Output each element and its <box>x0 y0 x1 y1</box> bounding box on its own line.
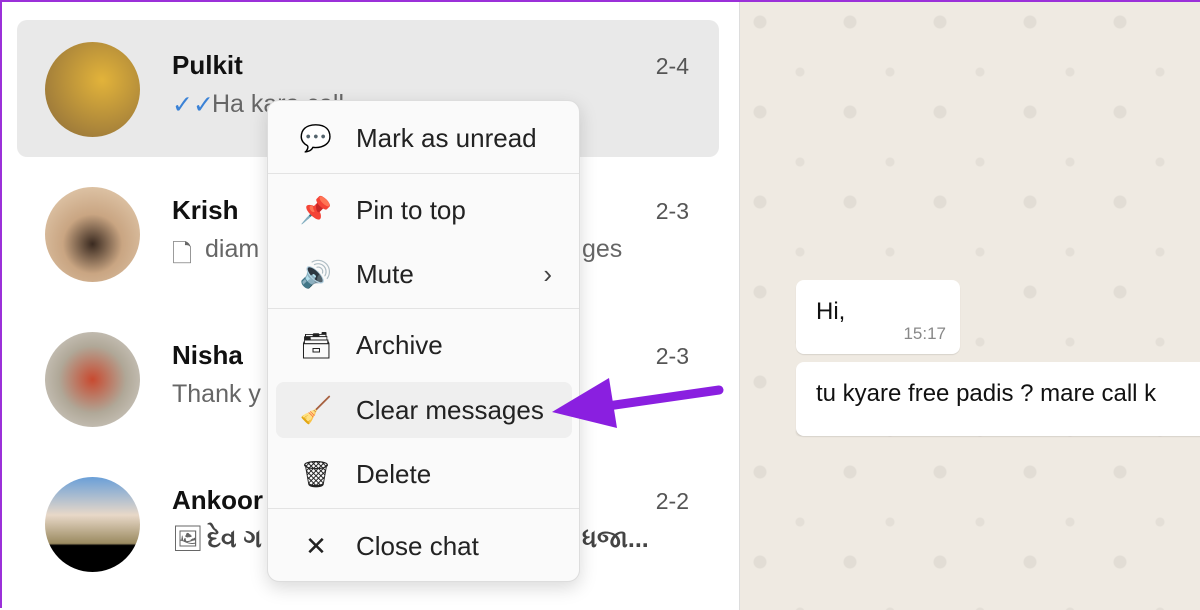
chat-preview-end: ges <box>582 235 623 263</box>
conversation-pane: Hi, 15:17 tu kyare free padis ? mare cal… <box>739 2 1200 610</box>
chat-name: Ankoor <box>172 485 263 515</box>
chat-date: 2-4 <box>655 53 689 79</box>
chat-preview-end: ધજા... <box>582 525 649 553</box>
chat-date: 2-3 <box>655 198 689 224</box>
double-check-icon: ✓✓ <box>172 91 214 119</box>
menu-label: Mute <box>356 258 414 289</box>
menu-label: Archive <box>356 329 443 360</box>
menu-item-clear-messages[interactable]: 🧹 Clear messages <box>276 382 572 438</box>
menu-label: Delete <box>356 458 432 489</box>
broom-icon: 🧹 <box>299 394 333 425</box>
menu-item-delete[interactable]: 🗑 Delete <box>276 446 572 502</box>
chat-date: 2-3 <box>655 343 689 369</box>
image-icon: 🖼 <box>172 525 204 553</box>
pin-icon: 📌 <box>299 194 333 225</box>
menu-item-mark-unread[interactable]: 💬 Mark as unread <box>276 110 572 166</box>
avatar <box>45 332 140 427</box>
chat-name: Krish <box>172 195 239 225</box>
menu-label: Clear messages <box>356 394 544 425</box>
menu-item-pin[interactable]: 📌 Pin to top <box>276 182 572 238</box>
chat-date: 2-2 <box>655 488 689 514</box>
avatar <box>45 477 140 572</box>
message-time: 15:17 <box>903 324 946 343</box>
trash-icon: 🗑 <box>299 458 333 489</box>
menu-item-archive[interactable]: 🗃 Archive <box>276 317 572 373</box>
mark-unread-icon: 💬 <box>299 122 333 153</box>
message-bubble: tu kyare free padis ? mare call k <box>796 362 1200 436</box>
annotation-arrow-icon <box>552 378 724 428</box>
chat-preview: diam <box>205 235 260 263</box>
close-icon: ✕ <box>305 530 327 561</box>
chat-preview: દેવ ગ <box>207 525 262 553</box>
menu-label: Mark as unread <box>356 122 537 153</box>
speaker-icon: 🔊 <box>299 258 333 289</box>
chevron-right-icon: › <box>543 258 552 289</box>
menu-label: Close chat <box>356 530 479 561</box>
divider <box>268 173 579 174</box>
chat-preview: Thank y <box>172 380 261 408</box>
message-text: tu kyare free padis ? mare call k <box>816 380 1157 407</box>
menu-item-close-chat[interactable]: ✕ Close chat <box>276 518 572 574</box>
avatar <box>45 42 140 137</box>
menu-item-mute[interactable]: 🔊 Mute › <box>276 246 572 302</box>
avatar <box>45 187 140 282</box>
context-menu: 💬 Mark as unread 📌 Pin to top 🔊 Mute › 🗃 Arch… <box>267 100 580 582</box>
document-icon: 🗋 <box>172 240 193 268</box>
menu-label: Pin to top <box>356 194 466 225</box>
message-text: Hi, <box>816 298 846 325</box>
chat-name: Pulkit <box>172 50 243 80</box>
divider <box>268 308 579 309</box>
archive-icon: 🗃 <box>299 329 333 360</box>
message-bubble: Hi, 15:17 <box>796 280 960 354</box>
chat-name: Nisha <box>172 340 243 370</box>
divider <box>268 508 579 509</box>
